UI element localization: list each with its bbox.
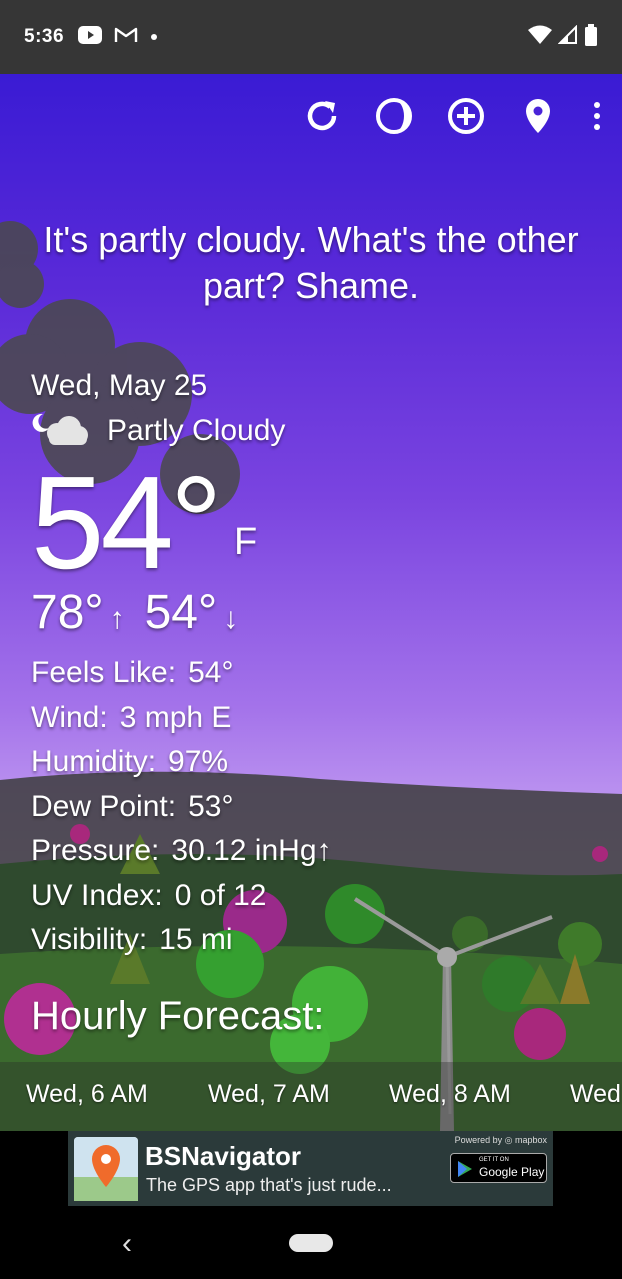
ad-powered-by: Powered by ◎ mapbox [454,1135,547,1145]
weather-details: Feels Like: 54° Wind: 3 mph E Humidity: 97%… [31,651,332,963]
detail-pressure: Pressure: 30.12 inHg↑ [31,834,332,867]
back-button[interactable]: ‹ [122,1227,132,1261]
battery-icon [584,23,598,51]
detail-humidity: Humidity: 97% [31,745,229,778]
weather-tagline: It's partly cloudy. What's the other par… [43,219,579,306]
system-nav-bar: ‹ [0,1209,622,1279]
location-pin-icon[interactable] [518,96,558,136]
hourly-item[interactable]: Wed, 6 AM [26,1080,148,1109]
temperature-unit: F [234,521,258,563]
high-arrow-icon: ↑ [109,602,125,635]
cell-signal-icon [557,24,578,50]
moon-phase-icon[interactable] [374,96,414,136]
more-vert-icon[interactable] [590,96,604,136]
google-play-icon [457,1160,473,1183]
detail-dew-point: Dew Point: 53° [31,789,234,823]
youtube-icon [78,25,103,49]
add-location-icon[interactable] [446,96,486,136]
status-bar: 5:36 [0,0,622,74]
hourly-item[interactable]: Wed, 8 AM [389,1080,511,1109]
refresh-icon[interactable] [302,96,342,136]
partly-cloudy-night-icon [31,408,91,453]
hourly-forecast-title: Hourly Forecast: [31,994,325,1038]
ad-title: BSNavigator [145,1141,302,1171]
detail-visibility: Visibility: 15 mi [31,923,233,956]
current-date: Wed, May 25 [31,369,208,402]
app-logo-icon [74,1137,138,1201]
hourly-item[interactable]: Wed, 7 AM [208,1080,330,1109]
low-arrow-icon: ↓ [223,602,239,635]
google-play-button[interactable]: GET IT ON Google Play [450,1153,547,1183]
detail-wind: Wind: 3 mph E [31,700,232,734]
weather-scene: It's partly cloudy. What's the other par… [0,74,622,1131]
detail-uv-index: UV Index: 0 of 12 [31,878,267,912]
wifi-icon [528,25,552,50]
toolbar [302,96,604,136]
detail-feels-like: Feels Like: 54° [31,656,234,689]
current-conditions: Wed, May 25 Partly Cloudy 54° F 78° ↑ 54… [31,366,332,963]
ad-subtitle: The GPS app that's just rude... [146,1175,392,1195]
notification-dot-icon [150,28,158,46]
condition-text: Partly Cloudy [107,413,286,447]
home-button[interactable] [289,1234,333,1252]
hourly-item[interactable]: Wed [570,1080,621,1109]
status-time: 5:36 [24,26,65,47]
ad-banner[interactable]: BSNavigator The GPS app that's just rude… [68,1131,553,1206]
gmail-icon [114,26,138,49]
current-temperature: 54° [31,449,223,596]
hourly-forecast-strip[interactable]: Wed, 6 AM Wed, 7 AM Wed, 8 AM Wed [0,1062,622,1131]
